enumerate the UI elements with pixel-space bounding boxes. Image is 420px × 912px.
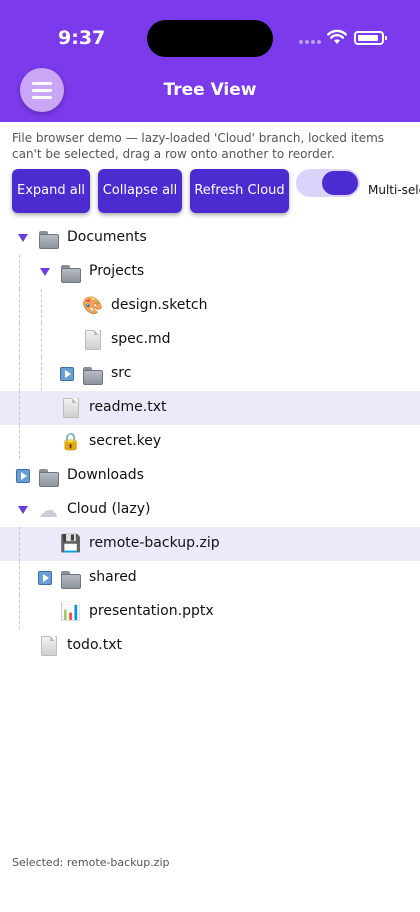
tree-row-label: shared bbox=[89, 569, 137, 585]
indent-guide bbox=[41, 357, 42, 391]
tree-row[interactable]: shared bbox=[0, 561, 420, 595]
tree-row[interactable]: readme.txt bbox=[0, 391, 420, 425]
indent-guide bbox=[19, 391, 20, 425]
tree-row[interactable]: 💾 remote-backup.zip bbox=[0, 527, 420, 561]
tree-row-label: spec.md bbox=[111, 331, 171, 347]
collapse-all-button[interactable]: Collapse all bbox=[98, 169, 182, 213]
collapse-arrow-icon[interactable] bbox=[16, 231, 30, 245]
folder-icon bbox=[60, 264, 81, 283]
tree-row[interactable]: todo.txt bbox=[0, 629, 420, 663]
tree-row-label: remote-backup.zip bbox=[89, 535, 220, 551]
tree-row-label: presentation.pptx bbox=[89, 603, 214, 619]
file-icon bbox=[82, 330, 102, 350]
expand-arrow-icon[interactable] bbox=[38, 571, 52, 585]
tree-row-label: design.sketch bbox=[111, 297, 208, 313]
expand-all-button[interactable]: Expand all bbox=[12, 169, 90, 213]
folder-icon bbox=[82, 366, 103, 385]
refresh-cloud-button[interactable]: Refresh Cloud bbox=[190, 169, 289, 213]
multi-select-label: Multi-sele bbox=[368, 183, 420, 197]
folder-icon bbox=[60, 570, 81, 589]
multi-select-toggle[interactable] bbox=[296, 169, 360, 197]
selection-status: Selected: remote-backup.zip bbox=[12, 856, 170, 869]
tree-row[interactable]: ☁ Cloud (lazy) bbox=[0, 493, 420, 527]
wifi-icon bbox=[327, 29, 347, 44]
indent-guide bbox=[41, 289, 42, 323]
cloud-icon: ☁ bbox=[38, 498, 58, 522]
tree-row-label: Projects bbox=[89, 263, 145, 279]
collapse-arrow-icon[interactable] bbox=[38, 265, 52, 279]
indent-guide bbox=[41, 323, 42, 357]
tree-row[interactable]: Projects bbox=[0, 255, 420, 289]
cellular-signal-icon bbox=[299, 39, 321, 45]
indent-guide bbox=[19, 255, 20, 289]
page-title: Tree View bbox=[163, 80, 257, 100]
floppy-disk-icon: 💾 bbox=[60, 534, 82, 554]
indent-guide bbox=[19, 527, 20, 561]
tree-row-label: secret.key bbox=[89, 433, 162, 449]
expand-arrow-icon[interactable] bbox=[60, 367, 74, 381]
indent-guide bbox=[19, 561, 20, 595]
indent-guide bbox=[19, 595, 20, 629]
status-time: 9:37 bbox=[58, 27, 106, 49]
tree-row[interactable]: spec.md bbox=[0, 323, 420, 357]
tree-row[interactable]: Documents bbox=[0, 221, 420, 255]
indent-guide bbox=[19, 323, 20, 357]
tree-row[interactable]: 🔒 secret.key bbox=[0, 425, 420, 459]
file-icon bbox=[60, 398, 80, 418]
tree-row-label: Downloads bbox=[67, 467, 144, 483]
tree-row-label: Documents bbox=[67, 229, 147, 245]
description-text: File browser demo — lazy-loaded 'Cloud' … bbox=[12, 131, 385, 161]
tree-row-label: src bbox=[111, 365, 132, 381]
file-icon bbox=[38, 636, 58, 656]
bar-chart-icon: 📊 bbox=[60, 602, 82, 622]
battery-icon bbox=[354, 31, 387, 45]
tree-row[interactable]: Downloads bbox=[0, 459, 420, 493]
lock-icon: 🔒 bbox=[60, 432, 82, 452]
indent-guide bbox=[19, 289, 20, 323]
collapse-arrow-icon[interactable] bbox=[16, 503, 30, 517]
expand-arrow-icon[interactable] bbox=[16, 469, 30, 483]
tree-row[interactable]: 🎨 design.sketch bbox=[0, 289, 420, 323]
folder-icon bbox=[38, 468, 59, 487]
folder-icon bbox=[38, 230, 59, 249]
dynamic-island bbox=[147, 20, 273, 57]
tree-row-label: readme.txt bbox=[89, 399, 167, 415]
tree-row-label: Cloud (lazy) bbox=[67, 501, 151, 517]
tree-row-label: todo.txt bbox=[67, 637, 122, 653]
tree-row[interactable]: src bbox=[0, 357, 420, 391]
app-header: 9:37 Tree View bbox=[0, 0, 420, 122]
tree-row[interactable]: 📊 presentation.pptx bbox=[0, 595, 420, 629]
palette-icon: 🎨 bbox=[82, 296, 104, 316]
indent-guide bbox=[19, 425, 20, 459]
indent-guide bbox=[19, 357, 20, 391]
